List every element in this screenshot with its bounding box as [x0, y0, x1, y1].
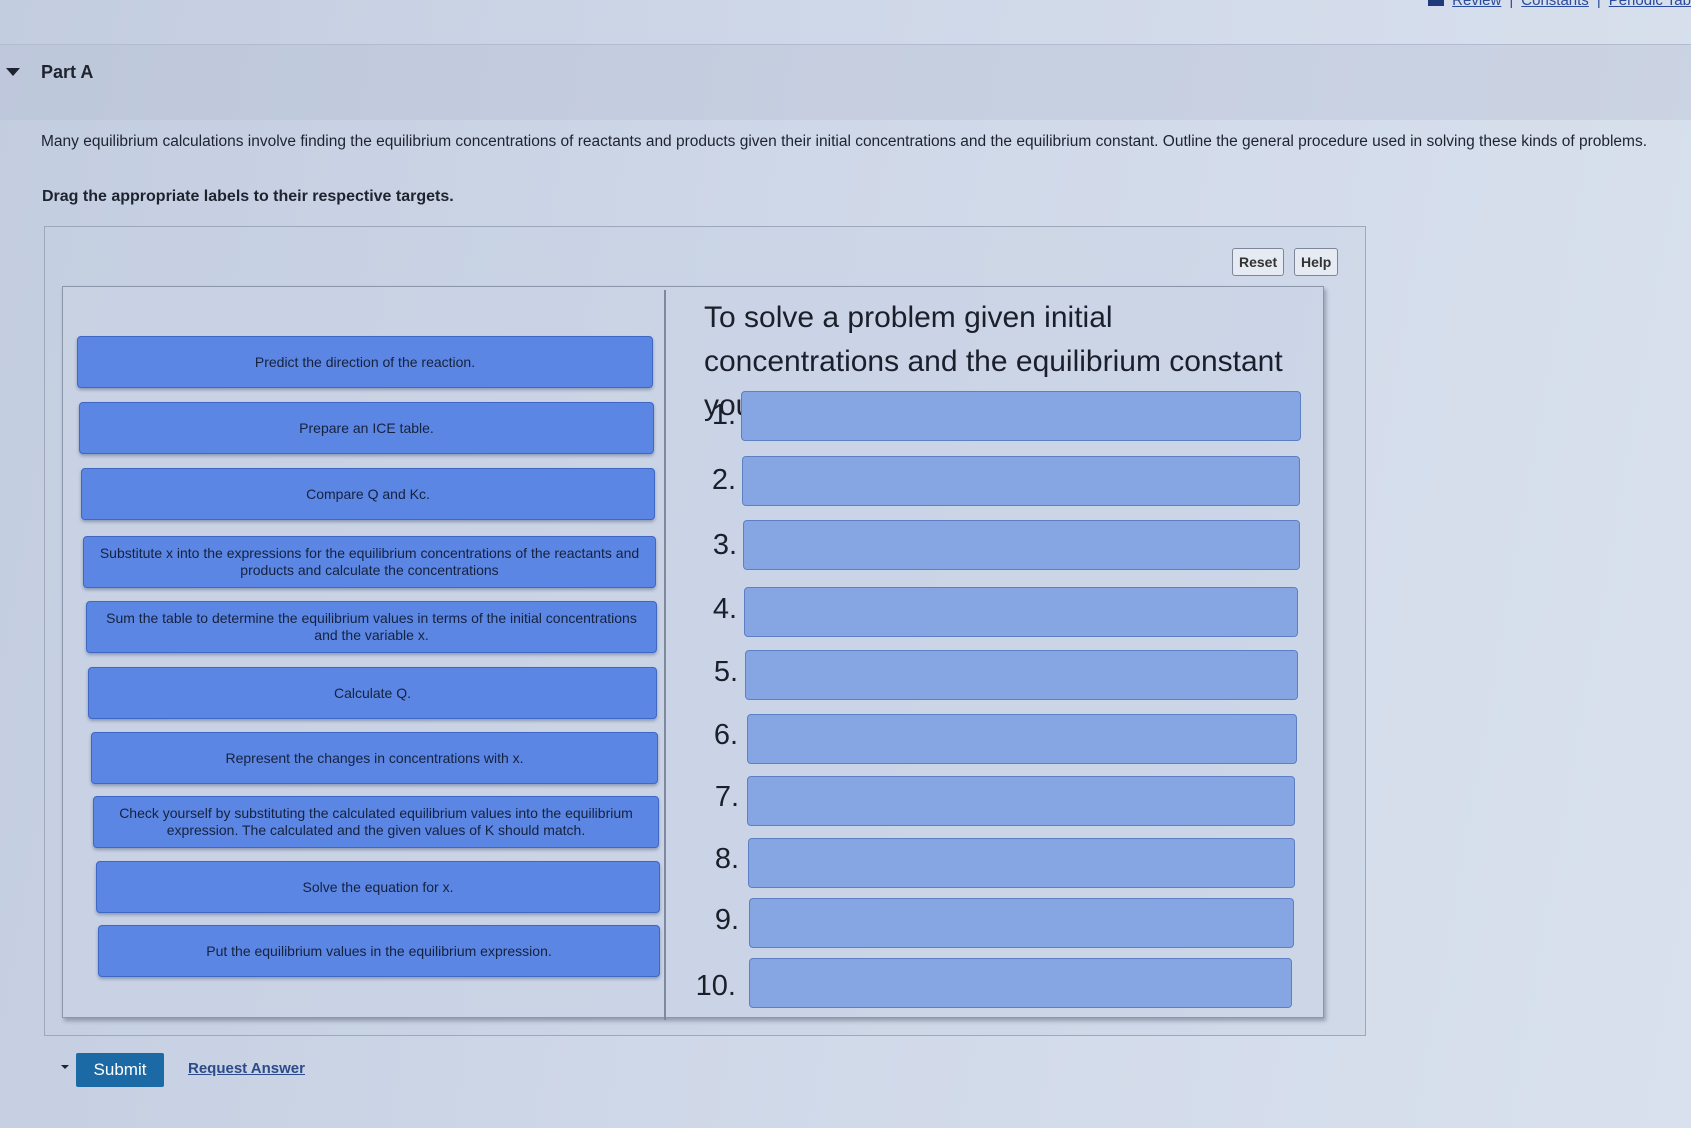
drop-target-9[interactable]	[749, 898, 1294, 948]
request-answer-link[interactable]: Request Answer	[188, 1060, 305, 1077]
review-link[interactable]: Review	[1452, 0, 1501, 9]
drop-target-5[interactable]	[745, 650, 1298, 700]
reset-button[interactable]: Reset	[1232, 248, 1285, 276]
step-number: 8.	[714, 843, 739, 875]
step-number: 5.	[713, 656, 738, 688]
step-number: 9.	[714, 904, 739, 936]
drop-target-10[interactable]	[749, 958, 1292, 1008]
step-number: 10.	[695, 970, 736, 1002]
step-number: 6.	[713, 719, 738, 751]
drop-target-7[interactable]	[747, 776, 1295, 826]
drop-target-6[interactable]	[747, 714, 1297, 764]
periodic-table-link[interactable]: Periodic Tab	[1609, 0, 1691, 9]
drop-target-1[interactable]	[741, 391, 1301, 441]
drop-target-8[interactable]	[748, 838, 1295, 888]
step-number: 7.	[714, 781, 739, 813]
part-title: Part A	[41, 62, 94, 82]
drop-target-4[interactable]	[744, 587, 1298, 637]
step-number: 1.	[711, 399, 736, 431]
instruction-text: Drag the appropriate labels to their res…	[42, 188, 454, 205]
help-button[interactable]: Help	[1294, 248, 1339, 276]
column-divider	[664, 290, 666, 1020]
book-icon	[1428, 0, 1445, 6]
draggable-label[interactable]: Solve the equation for x.	[96, 861, 660, 913]
draggable-label[interactable]: Calculate Q.	[88, 667, 657, 719]
draggable-label[interactable]: Prepare an ICE table.	[79, 402, 654, 454]
small-caret-icon	[61, 1065, 69, 1069]
draggable-label[interactable]: Substitute x into the expressions for th…	[83, 536, 656, 588]
drop-target-2[interactable]	[742, 456, 1300, 506]
question-text: Many equilibrium calculations involve fi…	[41, 133, 1648, 150]
step-number: 3.	[712, 529, 737, 561]
constants-link[interactable]: Constants	[1521, 0, 1589, 9]
draggable-label[interactable]: Put the equilibrium values in the equili…	[98, 925, 660, 977]
draggable-label[interactable]: Represent the changes in concentrations …	[91, 732, 658, 784]
draggable-label[interactable]: Predict the direction of the reaction.	[77, 336, 653, 388]
step-number: 2.	[711, 464, 736, 496]
top-bar: Review | Constants | Periodic Tab	[0, 0, 1691, 45]
submit-button[interactable]: Submit	[76, 1053, 164, 1087]
drop-target-3[interactable]	[743, 520, 1300, 570]
resource-links: Review | Constants | Periodic Tab	[1428, 0, 1691, 9]
draggable-label[interactable]: Check yourself by substituting the calcu…	[93, 796, 659, 848]
step-number: 4.	[712, 593, 737, 625]
draggable-label[interactable]: Compare Q and Kc.	[81, 468, 655, 520]
draggable-label[interactable]: Sum the table to determine the equilibri…	[86, 601, 657, 653]
collapse-caret-icon[interactable]	[6, 68, 20, 76]
part-header	[0, 44, 1691, 120]
